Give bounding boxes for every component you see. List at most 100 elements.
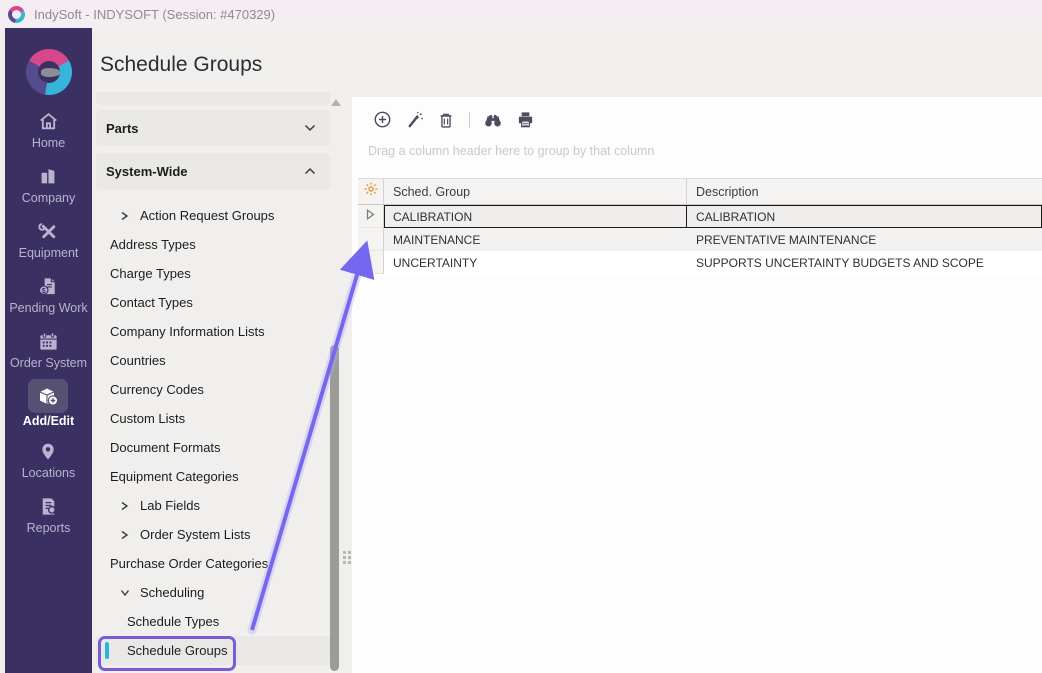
nav-item-countries[interactable]: Countries bbox=[96, 346, 330, 375]
sidebar-item-label: Company bbox=[22, 191, 76, 205]
table-row-calibration[interactable]: CALIBRATIONCALIBRATION bbox=[358, 205, 1042, 228]
cell-description: PREVENTATIVE MAINTENANCE bbox=[687, 228, 1042, 251]
table-row-uncertainty[interactable]: UNCERTAINTYSUPPORTS UNCERTAINTY BUDGETS … bbox=[358, 251, 1042, 274]
nav-item-company-information-lists[interactable]: Company Information Lists bbox=[96, 317, 330, 346]
sidebar-item-label: Equipment bbox=[19, 246, 79, 260]
nav-item-currency-codes[interactable]: Currency Codes bbox=[96, 375, 330, 404]
nav-group-label: System-Wide bbox=[106, 164, 188, 179]
add-edit-icon bbox=[36, 384, 60, 408]
column-header-sched-group[interactable]: Sched. Group bbox=[384, 179, 687, 204]
indysoft-logo-icon bbox=[26, 49, 72, 95]
schedule-groups-content-panel: Drag a column header here to group by th… bbox=[352, 97, 1042, 673]
home-icon bbox=[36, 109, 60, 133]
sidebar-item-label: Add/Edit bbox=[23, 414, 74, 428]
nav-item-label: Schedule Types bbox=[127, 614, 219, 629]
nav-item-purchase-order-categories[interactable]: Purchase Order Categories bbox=[96, 549, 330, 578]
pending-work-icon: $ bbox=[36, 274, 60, 298]
order-system-icon bbox=[36, 329, 60, 353]
nav-item-order-system-lists[interactable]: Order System Lists bbox=[96, 520, 330, 549]
sidebar-item-add-edit[interactable]: Add/Edit bbox=[9, 384, 87, 439]
chevron-down-icon bbox=[304, 119, 316, 137]
cell-sched-group: UNCERTAINTY bbox=[384, 251, 687, 274]
nav-item-contact-types[interactable]: Contact Types bbox=[96, 288, 330, 317]
sidebar-item-equipment[interactable]: Equipment bbox=[9, 219, 87, 274]
nav-item-scheduling[interactable]: Scheduling bbox=[96, 578, 330, 607]
nav-item-label: Currency Codes bbox=[110, 382, 204, 397]
nav-item-label: Scheduling bbox=[140, 585, 204, 600]
nav-item-charge-types[interactable]: Charge Types bbox=[96, 259, 330, 288]
cell-description: SUPPORTS UNCERTAINTY BUDGETS AND SCOPE bbox=[687, 251, 1042, 274]
sidebar-items: Home Company Equipment $ Pending Work Order S… bbox=[9, 109, 87, 549]
print-icon[interactable] bbox=[515, 110, 535, 130]
nav-item-label: Equipment Categories bbox=[110, 469, 239, 484]
nav-group-parts[interactable]: Parts bbox=[96, 110, 330, 146]
sidebar-item-home[interactable]: Home bbox=[9, 109, 87, 164]
nav-item-action-request-groups[interactable]: Action Request Groups bbox=[96, 201, 330, 230]
window-title: IndySoft - INDYSOFT (Session: #470329) bbox=[34, 7, 275, 22]
sidebar-item-label: Pending Work bbox=[9, 301, 87, 315]
sidebar-item-pending-work[interactable]: $ Pending Work bbox=[9, 274, 87, 329]
main-sidebar: Home Company Equipment $ Pending Work Order S… bbox=[5, 28, 92, 673]
window-titlebar: IndySoft - INDYSOFT (Session: #470329) bbox=[0, 0, 1042, 28]
nav-item-schedule-groups[interactable]: Schedule Groups bbox=[96, 636, 330, 665]
nav-item-list: Action Request Groups Address Types Charge… bbox=[96, 201, 330, 665]
column-header-description[interactable]: Description bbox=[687, 179, 1042, 204]
nav-partial-group-header[interactable] bbox=[96, 92, 330, 105]
nav-item-equipment-categories[interactable]: Equipment Categories bbox=[96, 462, 330, 491]
nav-item-lab-fields[interactable]: Lab Fields bbox=[96, 491, 330, 520]
nav-item-label: Charge Types bbox=[110, 266, 191, 281]
table-row-maintenance[interactable]: MAINTENANCEPREVENTATIVE MAINTENANCE bbox=[358, 228, 1042, 251]
chevron-right-icon bbox=[120, 530, 130, 540]
indysoft-logo-icon bbox=[8, 6, 25, 23]
nav-item-label: Company Information Lists bbox=[110, 324, 265, 339]
nav-item-schedule-types[interactable]: Schedule Types bbox=[96, 607, 330, 636]
nav-item-label: Custom Lists bbox=[110, 411, 185, 426]
scrollbar-up-arrow[interactable] bbox=[331, 99, 341, 106]
cell-sched-group: MAINTENANCE bbox=[384, 228, 687, 251]
nav-item-document-formats[interactable]: Document Formats bbox=[96, 433, 330, 462]
nav-group-system-wide[interactable]: System-Wide bbox=[96, 153, 330, 189]
delete-icon[interactable] bbox=[436, 110, 456, 130]
cell-description: CALIBRATION bbox=[687, 205, 1042, 228]
sidebar-item-reports[interactable]: Reports bbox=[9, 494, 87, 549]
sidebar-item-label: Order System bbox=[10, 356, 87, 370]
grid-toolbar bbox=[352, 97, 1042, 128]
nav-item-label: Contact Types bbox=[110, 295, 193, 310]
nav-item-label: Countries bbox=[110, 353, 166, 368]
chevron-down-icon bbox=[120, 588, 130, 597]
nav-group-label: Parts bbox=[106, 121, 139, 136]
nav-item-label: Purchase Order Categories bbox=[110, 556, 268, 571]
sidebar-item-label: Locations bbox=[22, 466, 76, 480]
chevron-right-icon bbox=[120, 211, 130, 221]
nav-item-label: Order System Lists bbox=[140, 527, 251, 542]
wand-icon[interactable] bbox=[404, 110, 424, 130]
grid-rows: CALIBRATIONCALIBRATIONMAINTENANCEPREVENT… bbox=[358, 205, 1042, 274]
row-focus-indicator-icon bbox=[366, 207, 375, 225]
find-icon[interactable] bbox=[483, 110, 503, 130]
panel-splitter-grip[interactable] bbox=[343, 551, 351, 564]
chevron-up-icon bbox=[304, 162, 316, 180]
sidebar-item-company[interactable]: Company bbox=[9, 164, 87, 219]
nav-item-label: Address Types bbox=[110, 237, 196, 252]
cell-sched-group: CALIBRATION bbox=[384, 205, 687, 228]
svg-text:$: $ bbox=[42, 286, 46, 294]
row-indicator-cell bbox=[358, 228, 384, 251]
chevron-right-icon bbox=[120, 501, 130, 511]
row-indicator-cell bbox=[358, 251, 384, 274]
group-by-hint: Drag a column header here to group by th… bbox=[368, 144, 1042, 158]
sidebar-item-order-system[interactable]: Order System bbox=[9, 329, 87, 384]
company-icon bbox=[36, 164, 60, 188]
sidebar-item-locations[interactable]: Locations bbox=[9, 439, 87, 494]
nav-scrollbar-thumb[interactable] bbox=[330, 345, 339, 671]
sidebar-item-label: Home bbox=[32, 136, 65, 150]
nav-item-custom-lists[interactable]: Custom Lists bbox=[96, 404, 330, 433]
locations-icon bbox=[36, 439, 60, 463]
nav-item-label: Document Formats bbox=[110, 440, 221, 455]
system-wide-nav-panel: Parts System-Wide Action Request GroupsA… bbox=[96, 92, 330, 673]
toolbar-separator bbox=[469, 112, 470, 128]
reports-icon bbox=[36, 494, 60, 518]
nav-item-address-types[interactable]: Address Types bbox=[96, 230, 330, 259]
page-title: Schedule Groups bbox=[100, 53, 262, 77]
add-icon[interactable] bbox=[372, 110, 392, 130]
grid-header-row: Sched. Group Description bbox=[358, 178, 1042, 205]
